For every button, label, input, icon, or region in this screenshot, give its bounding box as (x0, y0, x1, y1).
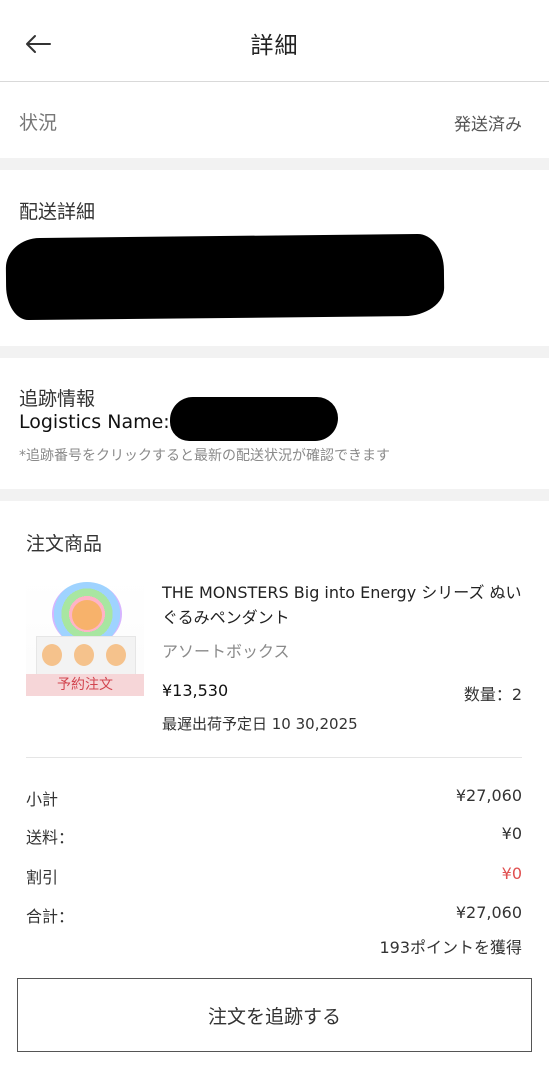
order-title: 注文商品 (26, 533, 103, 555)
preorder-badge: 予約注文 (26, 674, 144, 696)
shipping-value: ¥0 (501, 824, 522, 843)
logistics-label: Logistics Name: (19, 411, 170, 433)
delivery-title: 配送詳細 (19, 201, 96, 223)
product-name[interactable]: THE MONSTERS Big into Energy シリーズ ぬいぐるみペ… (162, 580, 527, 630)
discount-label: 割引 (26, 868, 59, 887)
latest-ship-date: 最遅出荷予定日 10 30,2025 (162, 715, 358, 733)
section-divider (0, 158, 549, 170)
track-order-button[interactable]: 注文を追跡する (17, 978, 532, 1052)
total-value: ¥27,060 (455, 903, 522, 922)
summary-divider (26, 757, 522, 758)
product-art-figure (106, 644, 126, 666)
product-price: ¥13,530 (162, 681, 229, 700)
redacted-tracking-number[interactable] (170, 397, 338, 441)
product-quantity: 数量：2 (463, 685, 522, 704)
shipping-label: 送料： (26, 828, 75, 847)
section-divider (0, 489, 549, 501)
total-label: 合計： (26, 907, 75, 926)
top-bar: 詳細 (0, 0, 549, 82)
discount-value: ¥0 (501, 864, 522, 883)
subtotal-value: ¥27,060 (455, 786, 522, 805)
product-art-character (72, 600, 102, 630)
section-divider (0, 346, 549, 358)
page-title: 詳細 (250, 33, 299, 59)
subtotal-label: 小計 (26, 790, 59, 809)
status-value: 発送済み (454, 115, 522, 135)
tracking-title: 追跡情報 (19, 388, 96, 410)
redacted-address (5, 233, 445, 321)
product-art-figure (42, 644, 62, 666)
product-variant: アソートボックス (162, 642, 290, 661)
product-art-figure (74, 644, 94, 666)
tracking-note: *追跡番号をクリックすると最新の配送状況が確認できます (19, 448, 390, 464)
points-earned: 193ポイントを獲得 (379, 938, 522, 957)
status-label: 状況 (19, 112, 58, 134)
